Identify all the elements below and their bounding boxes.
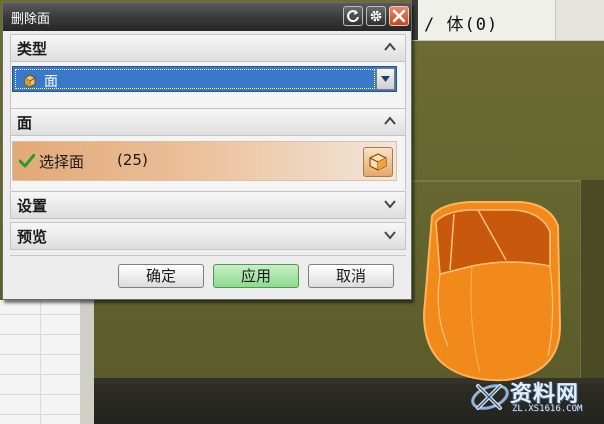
dialog-titlebar[interactable]: 删除面: [3, 3, 411, 31]
selected-body-highlight[interactable]: [410, 196, 580, 386]
close-button[interactable]: [389, 6, 409, 26]
watermark-url: ZL.XS1616.COM: [512, 404, 583, 414]
topbar-separator: [412, 0, 418, 40]
wall-right: [580, 180, 604, 390]
type-dropdown[interactable]: 面: [12, 66, 397, 92]
body-filter-text: / 体(0): [424, 15, 499, 35]
watermark-logo-icon: [471, 384, 509, 410]
navigator-border: [80, 300, 94, 424]
preview-section-header[interactable]: 预览: [10, 222, 406, 250]
chevron-down-icon[interactable]: [383, 228, 397, 242]
checkmark-icon: [19, 154, 35, 168]
type-dropdown-focus: 面: [15, 69, 375, 90]
wall-edge: [412, 180, 604, 182]
navigator-table: [0, 300, 80, 424]
chevron-down-icon[interactable]: [383, 197, 397, 211]
type-section-label: 类型: [17, 40, 48, 58]
face-section-header[interactable]: 面: [10, 108, 406, 136]
face-section-label: 面: [17, 114, 33, 132]
settings-section-header[interactable]: 设置: [10, 191, 406, 219]
chevron-up-icon[interactable]: [383, 114, 397, 128]
watermark: 资料网 ZL.XS1616.COM: [470, 376, 600, 420]
settings-button[interactable]: [366, 6, 386, 26]
select-face-button[interactable]: [363, 147, 393, 177]
type-dropdown-value: 面: [44, 74, 58, 90]
chevron-down-icon: [381, 76, 390, 82]
type-section-header[interactable]: 类型: [10, 34, 406, 62]
dropdown-arrow-button[interactable]: [376, 68, 395, 90]
dialog-button-bar: 确定 应用 取消: [10, 255, 406, 295]
ok-button[interactable]: 确定: [118, 264, 204, 288]
gear-icon: [370, 10, 382, 22]
face-type-icon: [24, 74, 36, 88]
reset-button[interactable]: [343, 6, 363, 26]
select-face-row[interactable]: 选择面 (25): [12, 141, 397, 181]
reset-icon: [347, 10, 359, 23]
close-icon: [392, 9, 406, 23]
cancel-button[interactable]: 取消: [308, 264, 394, 288]
selected-face-count: (25): [117, 151, 148, 169]
topbar-right-panel: [555, 0, 604, 40]
face-select-icon: [369, 153, 387, 171]
preview-section-label: 预览: [17, 228, 48, 246]
chevron-up-icon[interactable]: [383, 40, 397, 54]
settings-section-label: 设置: [17, 197, 48, 215]
apply-button[interactable]: 应用: [213, 264, 299, 288]
select-face-label: 选择面: [39, 153, 85, 171]
dialog-title: 删除面: [11, 12, 51, 27]
